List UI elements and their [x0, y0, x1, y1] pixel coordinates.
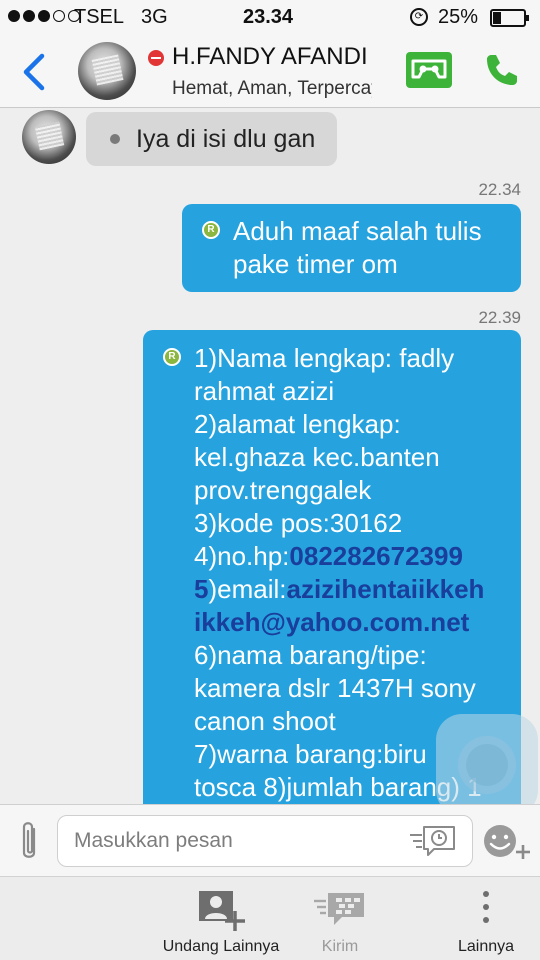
- contact-name[interactable]: H.FANDY AFANDI: [172, 43, 372, 71]
- message-line: prov.trenggalek: [194, 475, 372, 505]
- more-vertical-icon: [483, 891, 489, 923]
- battery-percent: 25%: [438, 6, 479, 28]
- contact-status: Hemat, Aman, Terpercaya: [172, 78, 372, 99]
- clock: 23.34: [243, 6, 294, 28]
- message-line: 6)nama barang/tipe:: [194, 640, 427, 670]
- message-line: 2)alamat lengkap:: [194, 409, 401, 439]
- phone-icon: [487, 55, 517, 85]
- message-line: Aduh maaf salah tulis: [233, 216, 482, 246]
- message-line: kel.ghaza kec.banten: [194, 442, 440, 472]
- email-link[interactable]: ikkeh@yahoo.com.net: [194, 607, 469, 637]
- assistive-touch-button[interactable]: [436, 714, 538, 816]
- back-button[interactable]: [18, 50, 58, 94]
- attach-button[interactable]: [14, 817, 44, 865]
- read-status-icon: R: [163, 348, 181, 366]
- status-bar: TSEL 3G 23.34 ⟳ 25%: [0, 0, 540, 36]
- email-link[interactable]: azizihentaiikkeh: [286, 574, 484, 604]
- message-line: 1)Nama lengkap: fadly: [194, 343, 455, 373]
- phone-link[interactable]: 082282672399: [289, 541, 463, 571]
- contact-avatar[interactable]: [78, 42, 136, 100]
- read-status-icon: R: [202, 221, 220, 239]
- chat-header: H.FANDY AFANDI Hemat, Aman, Terpercaya: [0, 36, 540, 108]
- timer-message-button[interactable]: [406, 52, 452, 88]
- message-line: 3)kode pos:30162: [194, 508, 403, 538]
- message-text: Iya di isi dlu gan: [136, 125, 316, 153]
- message-line: 4)no.hp:082282672399: [194, 541, 463, 571]
- battery-icon: [490, 9, 529, 27]
- more-label: Lainnya: [457, 938, 515, 955]
- sender-avatar[interactable]: [22, 110, 76, 164]
- timed-message-button[interactable]: [408, 821, 458, 861]
- timer-message-icon: [411, 59, 447, 79]
- invite-contact-icon: [199, 891, 245, 931]
- bottom-toolbar: Undang Lainnya Kirim Lainnya: [0, 876, 540, 960]
- carrier-name: TSEL: [74, 6, 125, 28]
- incoming-message[interactable]: Iya di isi dlu gan: [86, 112, 338, 166]
- paperclip-icon: [22, 822, 36, 858]
- message-list[interactable]: Iya di isi dlu gan 22.34 R Aduh maaf sal…: [0, 108, 540, 804]
- message-line: 5)email:azizihentaiikkeh: [194, 574, 485, 604]
- send-label: Kirim: [321, 938, 359, 955]
- emoji-add-icon: [484, 825, 530, 859]
- compose-bar: [0, 804, 540, 876]
- do-not-disturb-icon: [148, 50, 164, 66]
- invite-others-button[interactable]: Undang Lainnya: [150, 877, 292, 960]
- invite-others-label: Undang Lainnya: [162, 938, 280, 955]
- message-timestamp: 22.34: [478, 180, 521, 199]
- timer-clock-icon: [410, 826, 455, 856]
- message-line: rahmat azizi: [194, 376, 335, 406]
- message-timestamp: 22.39: [478, 308, 521, 327]
- emoji-button[interactable]: [482, 823, 534, 863]
- network-type: 3G: [141, 6, 168, 28]
- message-line: kamera dslr 1437H sony: [194, 673, 476, 703]
- bullet-icon: [110, 134, 120, 144]
- back-icon: [23, 53, 45, 91]
- rotation-lock-icon: ⟳: [410, 8, 428, 26]
- more-button[interactable]: Lainnya: [440, 877, 532, 960]
- message-line: ikkeh@yahoo.com.net: [194, 606, 505, 639]
- call-button[interactable]: [482, 50, 522, 90]
- send-button[interactable]: Kirim: [300, 877, 380, 960]
- message-line: pake timer om: [233, 249, 398, 279]
- outgoing-message[interactable]: R Aduh maaf salah tulis pake timer om: [182, 204, 521, 292]
- signal-strength-icon: [8, 10, 80, 22]
- bbm-icon: [314, 893, 364, 925]
